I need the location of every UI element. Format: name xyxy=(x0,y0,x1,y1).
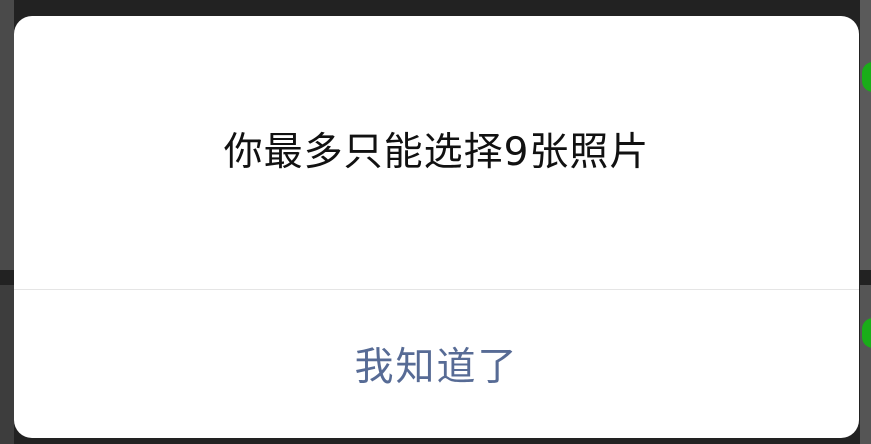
confirm-button[interactable]: 我知道了 xyxy=(314,326,558,402)
photo-thumbnail xyxy=(860,285,871,444)
photo-thumbnail xyxy=(860,0,871,270)
dialog-footer: 我知道了 xyxy=(14,290,859,438)
alert-dialog: 你最多只能选择9张照片 我知道了 xyxy=(14,16,859,438)
dialog-message: 你最多只能选择9张照片 xyxy=(223,129,650,175)
photo-thumbnail xyxy=(0,0,14,270)
selection-badge xyxy=(862,62,871,92)
photo-thumbnail xyxy=(0,285,14,444)
selection-badge xyxy=(862,318,871,348)
dialog-body: 你最多只能选择9张照片 xyxy=(14,16,859,289)
